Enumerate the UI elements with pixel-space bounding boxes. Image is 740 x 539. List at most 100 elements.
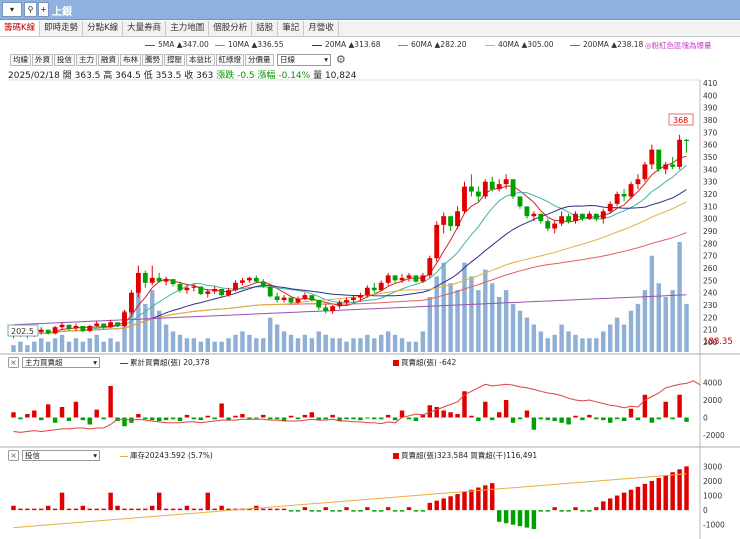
volume-bar — [607, 324, 613, 352]
volume-bar — [503, 290, 509, 352]
ma-line — [13, 232, 687, 336]
volume-bar — [614, 317, 620, 352]
line-swatch — [120, 455, 128, 457]
candle-body — [66, 324, 72, 329]
candle-body — [274, 296, 280, 301]
volume-bar — [462, 262, 467, 352]
candle-body — [448, 216, 454, 227]
panel2-bar — [25, 414, 30, 418]
candle-body — [323, 307, 329, 312]
panel2-bar — [261, 414, 266, 418]
volume-bar — [573, 334, 578, 352]
panel2-bar — [684, 417, 689, 422]
panel2-bar — [372, 417, 377, 420]
panel2-bar — [413, 417, 419, 421]
candle-body — [531, 213, 537, 217]
candle-body — [253, 277, 259, 282]
volume-bar — [510, 303, 516, 352]
volume-bar — [476, 290, 481, 352]
candle-body — [559, 216, 565, 224]
panel3-bar — [52, 508, 58, 511]
panel3-bar — [87, 508, 93, 511]
panel2-bar — [531, 417, 537, 430]
panel2-bar — [59, 407, 65, 418]
candle-body — [517, 196, 523, 207]
panel3-bar — [406, 507, 412, 511]
panel3-bar — [413, 510, 419, 512]
volume-bar — [247, 334, 252, 352]
panel2-bar — [392, 417, 398, 421]
panel3-bar — [677, 469, 682, 511]
candle-body — [135, 272, 141, 293]
volume-bar — [566, 331, 571, 352]
panel2-tick: 4000 — [703, 379, 722, 388]
panel2-bar — [677, 394, 682, 418]
panel3-select[interactable]: 投信 ▾ — [22, 450, 100, 461]
volume-bar — [295, 338, 301, 352]
candle-body — [378, 282, 384, 291]
candle-body — [281, 297, 287, 301]
panel3-bar — [344, 507, 349, 511]
close-icon[interactable]: × — [8, 450, 19, 461]
panel3-bar — [150, 505, 155, 511]
price-tick: 210 — [703, 326, 718, 335]
volume-bar — [635, 303, 641, 352]
panel3-bar — [469, 489, 474, 511]
candle-body — [573, 213, 578, 222]
candle-body — [580, 213, 585, 219]
panel3-tick: 1000 — [703, 492, 722, 501]
panel3-bar — [302, 507, 308, 511]
panel3-bar — [503, 510, 509, 524]
close-icon[interactable]: × — [8, 357, 19, 368]
panel2-bar — [455, 414, 460, 418]
ma-line — [13, 165, 687, 336]
panel2-bar — [476, 417, 481, 421]
volume-bar — [656, 283, 661, 352]
volume-bar — [108, 338, 113, 352]
panel3-bar — [184, 505, 190, 511]
volume-bar — [399, 338, 405, 352]
panel2-bar — [170, 417, 176, 420]
volume-bar — [94, 334, 99, 352]
panel3-legend-a-text: 庫存20243.592 (5.7%) — [130, 451, 213, 460]
panel3-bar — [379, 510, 384, 512]
volume-bar — [11, 345, 16, 352]
panel2-bar — [614, 417, 620, 420]
ma-line — [13, 155, 687, 336]
panel3-bar — [39, 508, 44, 511]
candle-body — [351, 297, 356, 301]
panel3-bar — [399, 510, 405, 512]
candle-body — [503, 179, 509, 185]
volume-bar — [274, 324, 280, 352]
volume-bar — [358, 338, 363, 352]
volume-bar — [18, 341, 23, 352]
panel2-bar — [503, 400, 509, 418]
volume-bar — [344, 341, 349, 352]
panel3-bar — [198, 508, 204, 511]
panel3-bar — [191, 508, 197, 511]
volume-bar — [413, 341, 419, 352]
volume-bar — [351, 338, 356, 352]
panel2-bar — [656, 417, 661, 420]
candle-body — [267, 286, 273, 297]
price-tick: 360 — [703, 141, 718, 150]
panel2-select[interactable]: 主力買賣超 ▾ — [22, 357, 100, 368]
candle-body — [233, 282, 238, 291]
candle-body — [670, 164, 676, 167]
panel3-bar — [59, 492, 65, 511]
panel3-bar — [524, 510, 530, 528]
candle-body — [129, 292, 134, 313]
candle-body — [441, 216, 447, 225]
volume-bar — [670, 290, 675, 352]
panel2-header: × 主力買賣超 ▾ 累計買賣超(張) 20,378 買賣超(張) -642 — [0, 357, 700, 369]
candle-body — [170, 279, 176, 285]
panel2-bar — [94, 409, 99, 418]
panel3-bar — [261, 508, 266, 511]
panel3-bar — [552, 507, 557, 511]
panel3-bar — [462, 491, 467, 511]
panel2-bar — [379, 417, 384, 420]
panel2-bar — [552, 417, 557, 421]
candle-body — [684, 139, 689, 141]
candle-body — [246, 277, 252, 281]
volume-bar — [545, 338, 550, 352]
